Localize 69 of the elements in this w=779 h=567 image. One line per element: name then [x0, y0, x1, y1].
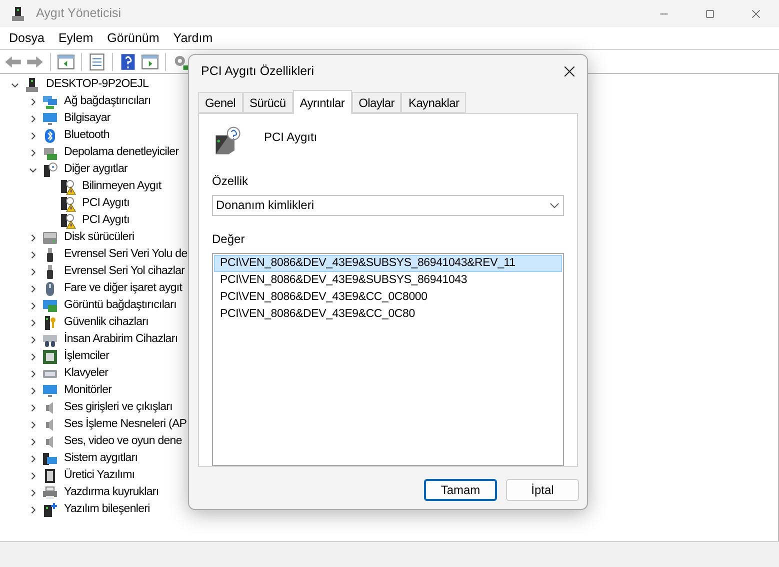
property-dropdown[interactable]: Donanım kimlikleri — [212, 194, 564, 216]
help-icon[interactable] — [119, 52, 137, 70]
tree-item[interactable]: Yazılım bileşenleri — [64, 502, 150, 517]
tree-item[interactable]: Evrensel Seri Yol cihazlar — [64, 264, 185, 279]
monitor-icon — [42, 110, 58, 126]
tree-item[interactable]: Bilgisayar — [64, 111, 110, 126]
tab[interactable]: Sürücü — [242, 92, 293, 113]
tab[interactable]: Genel — [198, 92, 243, 113]
maximize-icon — [704, 8, 716, 20]
tree-item[interactable]: Evrensel Seri Veri Yolu de — [64, 247, 188, 262]
tree-item[interactable]: PCI Aygıtı — [82, 196, 130, 211]
device-name: PCI Aygıtı — [264, 129, 318, 146]
menu-item[interactable]: Yardım — [166, 26, 220, 50]
component-icon — [42, 502, 58, 518]
computer-icon — [10, 6, 26, 22]
menu-item[interactable]: Eylem — [51, 26, 100, 50]
dialog-button[interactable]: İptal — [506, 479, 579, 501]
display-adapter-icon — [42, 298, 58, 314]
chip-icon — [42, 468, 58, 484]
field-label: Özellik — [212, 172, 248, 190]
tree-item[interactable]: Monitörler — [64, 383, 112, 398]
bluetooth-icon — [42, 128, 58, 144]
tree-item[interactable]: Bilinmeyen Aygıt — [82, 179, 162, 194]
field-label: Değer — [212, 230, 245, 248]
window-title: Aygıt Yöneticisi — [36, 5, 122, 22]
pane-icon[interactable] — [57, 52, 75, 70]
tree-item[interactable]: Görüntü bağdaştırıcıları — [64, 298, 176, 313]
monitor-icon — [42, 382, 58, 398]
close-icon — [562, 64, 576, 78]
list-item[interactable]: PCI\VEN_8086&DEV_43E9&CC_0C8000 — [214, 288, 562, 306]
pane-icon[interactable] — [141, 52, 159, 70]
tree-item[interactable]: DESKTOP-9P2OEJL — [46, 77, 149, 92]
tree-item[interactable]: Fare ve diğer işaret aygıt — [64, 281, 182, 296]
tree-item[interactable]: Sistem aygıtları — [64, 451, 138, 466]
dialog-button[interactable]: Tamam — [424, 479, 497, 501]
tree-item[interactable]: PCI Aygıtı — [82, 213, 130, 228]
tree-item[interactable]: İnsan Arabirim Cihazları — [64, 332, 178, 347]
list-item[interactable]: PCI\VEN_8086&DEV_43E9&SUBSYS_86941043 — [214, 272, 562, 289]
system-device-icon — [42, 450, 58, 466]
tree-item[interactable]: Ağ bağdaştırıcıları — [64, 94, 151, 109]
computer-icon — [24, 76, 40, 92]
tree-item[interactable]: Ses İşleme Nesneleri (AP — [64, 417, 187, 432]
chip-icon — [42, 348, 58, 364]
close-icon — [750, 8, 762, 20]
key-icon — [42, 314, 58, 330]
tab[interactable]: Olaylar — [352, 92, 402, 113]
value-list[interactable]: PCI\VEN_8086&DEV_43E9&SUBSYS_86941043&REV_11 PCI\VEN_8086&DEV_43E9&SUBSYS_86941043 PCI\VEN_8086&DEV_43E9&CC_0C8000 PCI\VEN_8086&DEV_43E9&CC_0C80 — [212, 252, 564, 466]
unknown-device-icon — [42, 162, 58, 178]
tab[interactable]: Ayrıntılar — [292, 90, 352, 114]
menu-item[interactable]: Dosya — [2, 26, 52, 50]
tree-item[interactable]: Klavyeler — [64, 366, 108, 381]
tab[interactable]: Kaynaklar — [401, 92, 466, 113]
network-icon — [42, 94, 58, 110]
tree-item[interactable]: Ses, video ve oyun dene — [64, 434, 182, 449]
tree-item[interactable]: Üretici Yazılımı — [64, 468, 135, 483]
dialog-title: PCI Aygıtı Özellikleri — [201, 62, 314, 80]
printer-icon — [42, 484, 58, 500]
menu-item[interactable]: Görünüm — [100, 26, 166, 50]
tree-item[interactable]: Yazdırma kuyrukları — [64, 485, 159, 500]
tree-item[interactable]: Bluetooth — [64, 128, 110, 143]
list-icon[interactable] — [88, 52, 106, 70]
list-item[interactable]: PCI\VEN_8086&DEV_43E9&SUBSYS_86941043&REV_11 — [214, 254, 562, 272]
list-item[interactable]: PCI\VEN_8086&DEV_43E9&CC_0C80 — [214, 306, 562, 323]
tree-item[interactable]: Depolama denetleyiciler — [64, 145, 179, 160]
tree-item[interactable]: İşlemciler — [64, 349, 110, 364]
tree-item[interactable]: Disk sürücüleri — [64, 230, 134, 245]
tree-item[interactable]: Ses girişleri ve çıkışları — [64, 400, 172, 415]
tree-item[interactable]: Diğer aygıtlar — [64, 162, 128, 177]
tree-item[interactable]: Güvenlik cihazları — [64, 315, 148, 330]
